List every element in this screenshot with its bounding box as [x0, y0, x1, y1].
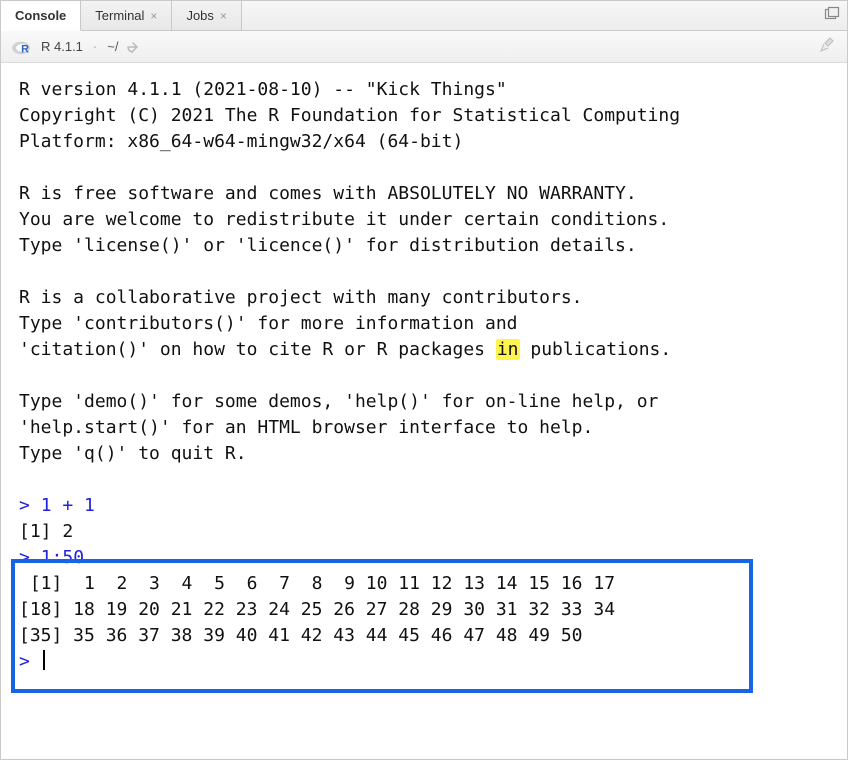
tab-label: Terminal — [95, 8, 144, 23]
banner-line: 'citation()' on how to cite R or R packa… — [19, 339, 671, 360]
banner-line: R is a collaborative project with many c… — [19, 287, 583, 308]
banner-line: R version 4.1.1 (2021-08-10) -- "Kick Th… — [19, 79, 507, 100]
tabstrip: Console Terminal × Jobs × — [1, 1, 847, 31]
r-version-label: R 4.1.1 — [41, 39, 83, 54]
broom-icon — [819, 36, 837, 57]
prompt-line-active[interactable]: > — [19, 651, 45, 672]
r-logo-icon: R — [11, 38, 33, 56]
prompt-line: > 1:50 — [19, 547, 84, 568]
tab-console[interactable]: Console — [1, 1, 81, 31]
tab-label: Jobs — [186, 8, 213, 23]
working-dir-label: ~/ — [107, 39, 118, 54]
prompt-line: > 1 + 1 — [19, 495, 95, 516]
output-line: [35] 35 36 37 38 39 40 41 42 43 44 45 46… — [19, 625, 583, 646]
console-panel: Console Terminal × Jobs × R R 4.1.1 · ~/ — [0, 0, 848, 760]
banner-line: 'help.start()' for an HTML browser inter… — [19, 417, 593, 438]
cursor-highlight: in — [496, 339, 520, 360]
banner-line: Type 'license()' or 'licence()' for dist… — [19, 235, 637, 256]
tab-jobs[interactable]: Jobs × — [172, 1, 241, 30]
output-line: [1] 2 — [19, 521, 73, 542]
banner-line: Type 'contributors()' for more informati… — [19, 313, 518, 334]
separator-dot: · — [93, 39, 97, 54]
banner-line: R is free software and comes with ABSOLU… — [19, 183, 637, 204]
popout-icon — [824, 6, 840, 25]
close-icon[interactable]: × — [150, 10, 157, 22]
console-toolbar: R R 4.1.1 · ~/ — [1, 31, 847, 63]
clear-console-button[interactable] — [819, 36, 837, 57]
tabstrip-spacer — [242, 1, 817, 30]
banner-line: Platform: x86_64-w64-mingw32/x64 (64-bit… — [19, 131, 463, 152]
console-output[interactable]: R version 4.1.1 (2021-08-10) -- "Kick Th… — [1, 63, 847, 759]
banner-line: You are welcome to redistribute it under… — [19, 209, 669, 230]
close-icon[interactable]: × — [220, 10, 227, 22]
goto-dir-icon[interactable] — [126, 40, 142, 54]
banner-line: Copyright (C) 2021 The R Foundation for … — [19, 105, 680, 126]
banner-line: Type 'demo()' for some demos, 'help()' f… — [19, 391, 658, 412]
banner-line: Type 'q()' to quit R. — [19, 443, 247, 464]
output-line: [18] 18 19 20 21 22 23 24 25 26 27 28 29… — [19, 599, 615, 620]
popout-button[interactable] — [817, 1, 847, 30]
svg-text:R: R — [21, 43, 29, 55]
output-line: [1] 1 2 3 4 5 6 7 8 9 10 11 12 13 14 15 … — [19, 573, 615, 594]
tab-label: Console — [15, 8, 66, 23]
text-cursor — [43, 650, 45, 670]
tab-terminal[interactable]: Terminal × — [81, 1, 172, 30]
